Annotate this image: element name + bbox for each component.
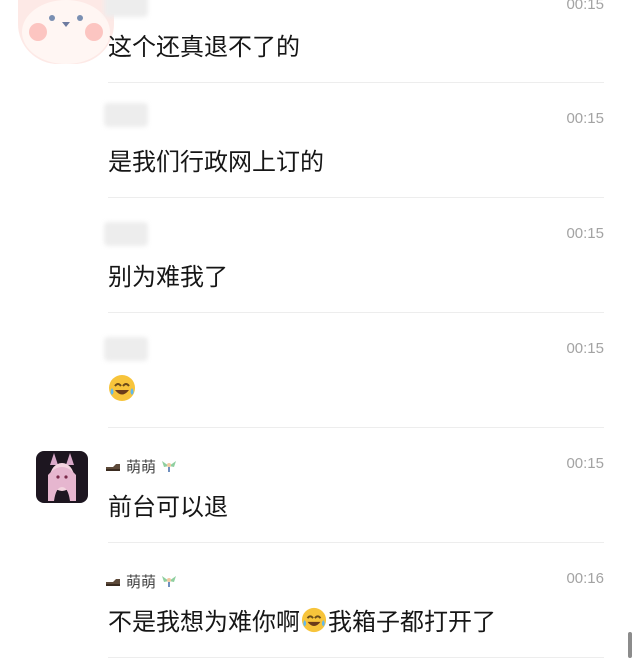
- message-text: 是我们行政网上订的: [108, 148, 324, 176]
- scrollbar[interactable]: [628, 632, 632, 658]
- shoe-icon: [106, 464, 120, 471]
- fairy-icon: [162, 461, 177, 472]
- message-time: 00:15: [566, 0, 604, 13]
- message-time: 00:15: [566, 110, 604, 127]
- shoe-icon: [106, 579, 120, 586]
- message-emoji-row: [108, 374, 136, 402]
- sender-name-text: 萌萌: [126, 457, 157, 476]
- message-divider: [108, 82, 604, 83]
- laughing-crying-emoji-icon: [109, 375, 135, 401]
- message-divider: [108, 312, 604, 313]
- sender-name[interactable]: 萌萌: [104, 453, 178, 479]
- sender-name-blurred: [104, 0, 148, 18]
- sender-name[interactable]: 萌萌: [104, 568, 178, 594]
- sender-name-blurred: [104, 336, 148, 362]
- anime-girl-avatar-icon: [36, 451, 88, 503]
- message-text-part: 我箱子都打开了: [328, 608, 496, 636]
- sender-name-text: 萌萌: [126, 572, 157, 591]
- message-text: 不是我想为难你啊 我箱子都打开了: [108, 602, 496, 637]
- message-text: 前台可以退: [108, 493, 228, 521]
- fairy-icon: [162, 576, 177, 587]
- message-text: 这个还真退不了的: [108, 33, 300, 61]
- sender-name-blurred: [104, 221, 148, 247]
- message-divider: [108, 427, 604, 428]
- bear-avatar-icon: [18, 0, 114, 64]
- message-text-part: 不是我想为难你啊: [108, 608, 300, 636]
- laughing-crying-emoji-icon: [301, 607, 327, 632]
- message-time: 00:15: [566, 455, 604, 472]
- blurred-name: [104, 337, 148, 361]
- blurred-name: [104, 103, 148, 127]
- avatar-bear[interactable]: [18, 0, 114, 64]
- avatar-anime[interactable]: [36, 451, 88, 503]
- chat-feed: 00:15 这个还真退不了的 00:15 是我们行政网上订的 00:15 别为难…: [0, 0, 640, 661]
- blurred-name: [104, 222, 148, 246]
- message-text: 别为难我了: [108, 263, 228, 291]
- sender-name-blurred: [104, 102, 148, 128]
- message-divider: [108, 657, 604, 658]
- message-time: 00:16: [566, 570, 604, 587]
- message-divider: [108, 542, 604, 543]
- message-time: 00:15: [566, 340, 604, 357]
- blurred-name: [104, 0, 148, 17]
- message-time: 00:15: [566, 225, 604, 242]
- message-divider: [108, 197, 604, 198]
